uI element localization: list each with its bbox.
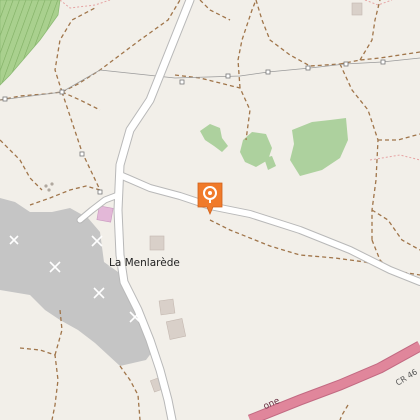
location-pin-icon[interactable] — [196, 181, 224, 215]
vineyard-area — [0, 0, 61, 86]
rock-icon — [44, 182, 54, 192]
industrial-area — [0, 198, 152, 366]
building — [149, 235, 165, 251]
forest-patch — [200, 124, 228, 152]
forest-patch — [290, 118, 348, 176]
building — [351, 2, 363, 16]
highway — [248, 342, 420, 420]
building — [165, 318, 187, 340]
building — [158, 298, 176, 316]
map-view[interactable]: La Menlarède CR 46 one — [0, 0, 420, 420]
boundary-line — [59, 0, 111, 9]
place-label: La Menlarède — [109, 257, 180, 269]
forest-patch — [264, 156, 276, 170]
